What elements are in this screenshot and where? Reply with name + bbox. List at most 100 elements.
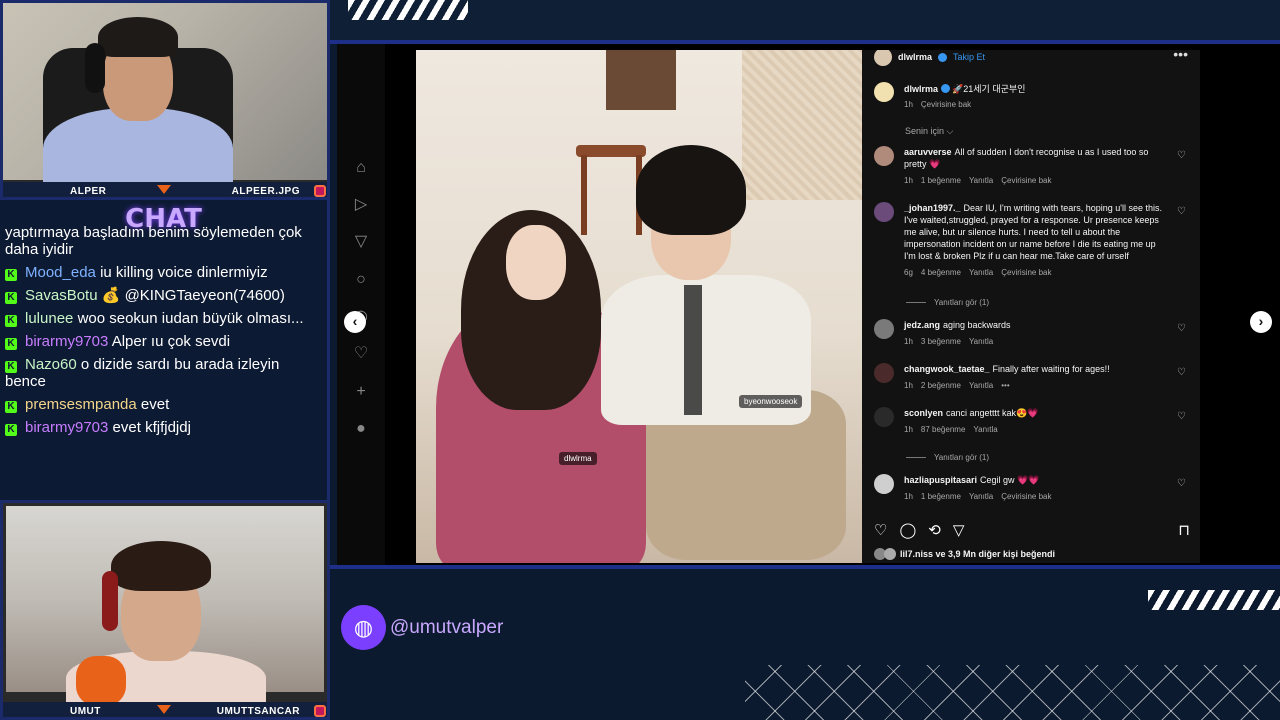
chat-text: evet [140, 396, 170, 413]
avatar[interactable] [874, 202, 894, 222]
headset-icon [102, 571, 118, 631]
create-icon[interactable]: + [351, 382, 371, 402]
globe-icon: ◍ [341, 605, 386, 650]
avatar[interactable] [874, 363, 894, 383]
triangle-icon [157, 185, 171, 194]
instagram-icon [314, 185, 326, 197]
repost-icon[interactable]: ⟲ [928, 521, 941, 539]
notifications-icon[interactable]: ♡ [351, 344, 371, 364]
comment-options-icon[interactable]: ••• [1001, 381, 1009, 390]
profile-icon[interactable]: ● [351, 419, 371, 439]
home-icon[interactable]: ⌂ [351, 158, 371, 178]
comment-username[interactable]: hazliapuspitasari [904, 475, 977, 485]
chat-username: Nazo60 [25, 356, 77, 373]
comment-username[interactable]: jedz.ang [904, 320, 940, 330]
reply-link[interactable]: Yanıtla [973, 425, 997, 434]
avatar[interactable] [874, 319, 894, 339]
comment-time: 1h [904, 425, 913, 434]
screen-share: ⌂ ▷ ▽ ○ ◎ ♡ + ● dlwlrma byeonwooseok [337, 44, 1280, 566]
caption-time: 1h [904, 100, 913, 109]
translate-link[interactable]: Çevirisine bak [1001, 268, 1051, 277]
comment-text: aging backwards [943, 320, 1011, 330]
translate-link[interactable]: Çevirisine bak [921, 100, 971, 109]
next-post-arrow-icon[interactable]: › [1250, 311, 1272, 333]
comment-likes[interactable]: 87 beğenme [921, 425, 965, 434]
follow-button[interactable]: Takip Et [953, 52, 985, 62]
post-username[interactable]: dlwlrma [898, 52, 932, 62]
caption-username[interactable]: dlwlrma [904, 84, 938, 94]
translate-link[interactable]: Çevirisine bak [1001, 176, 1051, 185]
like-comment-icon[interactable]: ♡ [1177, 367, 1186, 378]
messages-icon[interactable]: ▽ [351, 232, 371, 252]
chat-text: evet kfjfjdjdj [112, 419, 191, 436]
curtain [742, 50, 862, 200]
more-options-icon[interactable]: ••• [1173, 50, 1188, 62]
avatar[interactable] [874, 407, 894, 427]
comment-username[interactable]: changwook_taetae_ [904, 364, 990, 374]
webcam-name: ALPER [70, 185, 107, 197]
view-replies-link[interactable]: Yanıtları gör (1) [906, 298, 989, 307]
comment-likes[interactable]: 1 beğenme [921, 492, 961, 501]
avatar[interactable] [874, 146, 894, 166]
like-comment-icon[interactable]: ♡ [1177, 478, 1186, 489]
bottom-divider [330, 565, 1280, 569]
like-icon[interactable]: ♡ [874, 521, 887, 539]
verified-icon [940, 84, 950, 93]
chat-messages: yaptırmaya başladım benim söylemeden çok… [5, 224, 319, 442]
stool-leg [581, 155, 587, 235]
diamond-pattern-decoration [745, 665, 1280, 720]
comment-likes[interactable]: 4 beğenme [921, 268, 961, 277]
avatar[interactable] [874, 474, 894, 494]
comment: _johan1997._ Dear IU, I'm writing with te… [874, 202, 1194, 279]
streamer-hair [111, 541, 211, 591]
comment-likes[interactable]: 2 beğenme [921, 381, 961, 390]
previous-post-arrow-icon[interactable]: ‹ [344, 311, 366, 333]
comment-likes[interactable]: 1 beğenme [921, 176, 961, 185]
comment-time: 1h [904, 492, 913, 501]
avatar[interactable] [874, 50, 892, 66]
avatar[interactable] [874, 82, 894, 102]
chat-text: woo seokun iudan büyük olması... [77, 310, 304, 327]
comments-panel: dlwlrma Takip Et ••• dlwlrma 🚀21세기 대군부인 … [862, 50, 1200, 563]
reply-link[interactable]: Yanıtla [969, 337, 993, 346]
like-comment-icon[interactable]: ♡ [1177, 206, 1186, 217]
search-icon[interactable]: ○ [351, 270, 371, 290]
comment-username[interactable]: aaruvverse [904, 147, 952, 157]
photo-tag[interactable]: byeonwooseok [739, 395, 803, 408]
comment-sort-dropdown[interactable]: Senin için ⌵ [905, 126, 953, 137]
stream-overlay: ALPER ALPEER.JPG CHAT yaptırmaya başladı… [0, 0, 1280, 720]
comment-likes[interactable]: 3 beğenme [921, 337, 961, 346]
verified-icon [938, 52, 948, 62]
kick-icon: K [5, 292, 17, 304]
chat-username: SavasBotu [25, 287, 98, 304]
like-comment-icon[interactable]: ♡ [1177, 411, 1186, 422]
reply-link[interactable]: Yanıtla [969, 268, 993, 277]
like-comment-icon[interactable]: ♡ [1177, 323, 1186, 334]
chat-text: iu killing voice dinlermiyiz [100, 264, 268, 281]
bookmark-icon[interactable]: ⊓ [1178, 521, 1190, 539]
reply-link[interactable]: Yanıtla [969, 176, 993, 185]
comment-icon[interactable]: ◯ [899, 521, 916, 539]
reply-link[interactable]: Yanıtla [969, 381, 993, 390]
webcam-label-bar: ALPER ALPEER.JPG [0, 182, 330, 200]
comment: aaruvverse All of sudden I don't recognis… [874, 146, 1194, 187]
photo-tag[interactable]: dlwlrma [559, 452, 597, 465]
webcam-handle: ALPEER.JPG [231, 185, 300, 197]
comment: jedz.ang aging backwards 1h 3 beğenme Yanıt… [874, 319, 1194, 348]
like-comment-icon[interactable]: ♡ [1177, 150, 1186, 161]
webcam-handle: UMUTTSANCAR [216, 705, 300, 717]
translate-link[interactable]: Çevirisine bak [1001, 492, 1051, 501]
kick-icon: K [5, 401, 17, 413]
streamer-hair [98, 17, 178, 57]
reply-link[interactable]: Yanıtla [969, 492, 993, 501]
reels-icon[interactable]: ▷ [351, 195, 371, 215]
share-icon[interactable]: ▽ [953, 521, 965, 539]
kick-icon: K [5, 315, 17, 327]
top-stripes-decoration [348, 0, 468, 20]
comment-time: 1h [904, 381, 913, 390]
view-replies-link[interactable]: Yanıtları gör (1) [906, 453, 989, 462]
likes-summary[interactable]: lil7.niss ve 3,9 Mn diğer kişi beğendi [874, 548, 1055, 560]
comment-username[interactable]: sconlyen [904, 408, 943, 418]
comment-username[interactable]: _johan1997._ [904, 203, 961, 213]
chat-message: Kbirarmy9703 evet kfjfjdjdj [5, 419, 319, 436]
